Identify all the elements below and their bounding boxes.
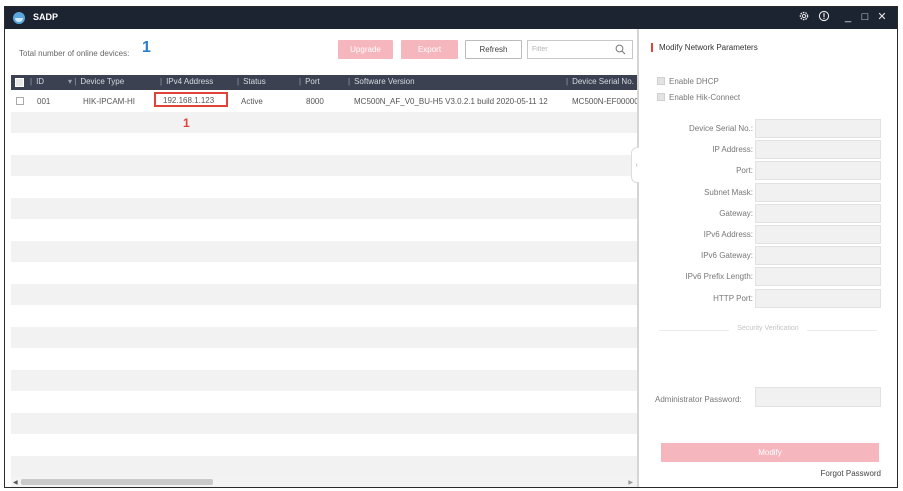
ipv6-address-label: IPv6 Address: — [703, 230, 753, 239]
ipv6-prefix-length-label: IPv6 Prefix Length: — [685, 272, 753, 281]
export-button[interactable]: Export — [401, 40, 458, 59]
column-header-ipv4-address[interactable]: | IPv4 Address — [160, 77, 213, 86]
device-list-pane: Total number of online devices: 1 Upgrad… — [5, 29, 637, 487]
total-devices-count: 1 — [142, 39, 151, 56]
enable-dhcp-label: Enable DHCP — [669, 77, 719, 86]
table-row-empty — [11, 348, 637, 370]
table-row-empty — [11, 283, 637, 305]
horizontal-scrollbar[interactable]: ◀ ▶ — [11, 477, 637, 487]
device-serial-field[interactable] — [755, 119, 881, 138]
column-header-device-serial[interactable]: | Device Serial No. — [566, 77, 634, 86]
ipv6-prefix-length-field[interactable] — [755, 267, 881, 286]
column-header-id[interactable]: | ID — [30, 77, 44, 86]
subnet-mask-label: Subnet Mask: — [704, 188, 753, 197]
cell-status: Active — [241, 97, 263, 106]
cell-device-type: HIK-IPCAM-HI — [83, 97, 135, 106]
table-row-empty — [11, 455, 637, 477]
checkbox-icon[interactable] — [657, 93, 665, 101]
close-button[interactable]: ✕ — [875, 10, 889, 24]
http-port-field[interactable] — [755, 289, 881, 308]
checkbox-icon[interactable] — [657, 77, 665, 85]
maximize-button[interactable]: □ — [858, 10, 872, 24]
refresh-button[interactable]: Refresh — [465, 40, 522, 59]
app-title: SADP — [33, 12, 59, 22]
table-row-empty — [11, 111, 637, 133]
table-row-empty — [11, 176, 637, 198]
gateway-label: Gateway: — [719, 209, 753, 218]
gear-icon[interactable] — [797, 10, 811, 24]
enable-hik-connect-label: Enable Hik-Connect — [669, 93, 741, 102]
cell-id: 001 — [37, 97, 51, 106]
ip-address-field[interactable] — [755, 140, 881, 159]
enable-dhcp-checkbox[interactable]: Enable DHCP — [657, 77, 719, 86]
filter-input[interactable] — [532, 43, 612, 56]
ip-address-label: IP Address: — [712, 145, 753, 154]
sadp-logo-icon — [13, 12, 25, 24]
table-row-empty — [11, 262, 637, 284]
table-row-empty — [11, 391, 637, 413]
title-bar: SADP _ □ ✕ — [5, 7, 897, 29]
forgot-password-link[interactable]: Forgot Password — [821, 469, 881, 478]
table-row-empty — [11, 240, 637, 262]
cell-device-serial: MC500N-EF00000 — [572, 97, 637, 106]
annotation-callout-1: 1 — [183, 116, 190, 130]
search-icon[interactable] — [615, 44, 626, 55]
admin-password-label: Administrator Password: — [655, 395, 742, 404]
gateway-field[interactable] — [755, 204, 881, 223]
enable-hik-connect-checkbox[interactable]: Enable Hik-Connect — [657, 93, 740, 102]
column-header-device-type[interactable]: ▾ | Device Type — [68, 77, 124, 86]
cell-software-version: MC500N_AF_V0_BU-H5 V3.0.2.1 build 2020-0… — [354, 97, 548, 106]
table-row-empty — [11, 305, 637, 327]
scroll-left-arrow-icon[interactable]: ◀ — [13, 479, 18, 486]
column-header-port[interactable]: | Port — [299, 77, 320, 86]
modify-network-panel: Modify Network Parameters Enable DHCP En… — [639, 29, 897, 487]
row-checkbox[interactable] — [16, 97, 24, 105]
table-row-empty — [11, 369, 637, 391]
cell-port: 8000 — [306, 97, 324, 106]
http-port-label: HTTP Port: — [713, 294, 753, 303]
minimize-button[interactable]: _ — [841, 10, 855, 24]
column-header-software-version[interactable]: | Software Version — [348, 77, 415, 86]
table-row-empty — [11, 197, 637, 219]
device-serial-label: Device Serial No.: — [688, 124, 753, 133]
column-header-status[interactable]: | Status — [237, 77, 266, 86]
ipv6-address-field[interactable] — [755, 225, 881, 244]
table-row-empty — [11, 154, 637, 176]
table-row-empty — [11, 434, 637, 456]
upgrade-button[interactable]: Upgrade — [338, 40, 393, 59]
table-row-empty — [11, 412, 637, 434]
ipv6-gateway-field[interactable] — [755, 246, 881, 265]
modify-button[interactable]: Modify — [661, 443, 879, 462]
device-table-body: 001 HIK-IPCAM-HI 192.168.1.123 Active 80… — [11, 90, 637, 477]
sadp-window: SADP _ □ ✕ Total number of online device… — [4, 6, 898, 488]
port-label: Port: — [736, 166, 753, 175]
security-verification-divider: Security Verification — [659, 325, 877, 335]
admin-password-field[interactable] — [755, 387, 881, 407]
port-field[interactable] — [755, 161, 881, 180]
cell-ipv4-address: 192.168.1.123 — [163, 96, 215, 105]
panel-title: Modify Network Parameters — [651, 43, 758, 52]
scroll-right-arrow-icon[interactable]: ▶ — [628, 479, 633, 486]
table-row[interactable]: 001 HIK-IPCAM-HI 192.168.1.123 Active 80… — [11, 90, 637, 112]
select-all-checkbox[interactable] — [15, 78, 24, 87]
table-row-empty — [11, 326, 637, 348]
table-row-empty — [11, 133, 637, 155]
info-icon[interactable] — [817, 10, 831, 24]
table-row-empty — [11, 219, 637, 241]
total-devices-label: Total number of online devices: — [19, 49, 130, 58]
subnet-mask-field[interactable] — [755, 183, 881, 202]
scrollbar-thumb[interactable] — [21, 479, 213, 485]
table-header: | ID ▾ | Device Type | IPv4 Address | Status… — [11, 75, 637, 90]
filter-field[interactable] — [527, 40, 633, 59]
ipv6-gateway-label: IPv6 Gateway: — [700, 251, 753, 260]
